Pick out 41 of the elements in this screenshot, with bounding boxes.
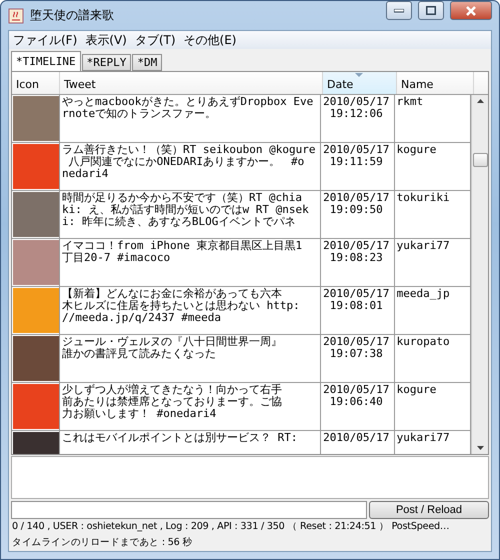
- tweet-cell: ラム善行きたい！（笑）RT seikoubon @kogure 八戸関連でなにかONEDARIありますかー。 #o nedari4: [60, 143, 322, 190]
- tweet-cell: 時間が足りるか今から不安です（笑）RT @chia ki: え、私が話す時間が短いのではw RT @nsek i: 昨年に続き、あすなろBLOGイベントでパネ: [60, 191, 322, 238]
- date-cell: 2010/05/17 19:09:50: [321, 191, 395, 238]
- input-field[interactable]: [11, 500, 367, 519]
- menu-item[interactable]: 表示(V): [81, 32, 131, 49]
- close-button[interactable]: [450, 1, 492, 20]
- tweet-cell: 【新着】どんなにお金に余裕があっても六本 木ヒルズに住居を持ちたいとは思わない http: //meeda.jp/q/2437 #meeda: [60, 287, 322, 334]
- scroll-up-icon[interactable]: [476, 99, 484, 104]
- app-icon: [8, 8, 24, 24]
- status-text: 0 / 140 , USER : oshietekun_net , Log : 209 , API : 331 / 350 （ Reset : 21:24:51 ） PostSpeed…: [11, 520, 450, 534]
- tweet-cell: イマココ！from iPhone 東京都目黒区上目黒1 丁目20-7 #imacoco: [60, 239, 322, 286]
- tab[interactable]: *TIMELINE: [11, 51, 81, 72]
- scrollbar[interactable]: [471, 95, 488, 454]
- menu-item[interactable]: タブ(T): [130, 32, 180, 49]
- minimize-icon: [394, 8, 404, 12]
- status-text: タイムラインのリロードまであと : 56 秒: [11, 536, 194, 550]
- tweet-cell: やっとmacbookがきた。とりあえずDropbox Eve rnoteで知のトランスファー。: [60, 95, 322, 142]
- menu-item[interactable]: ファイル(F): [9, 32, 82, 49]
- tweet-cell: 少しずつ人が増えてきたなう！向かって右手 前あたりは禁煙席となっておりまーす。ご協 力お願いします！ #onedari4: [60, 383, 322, 430]
- sort-arrow-icon: [355, 73, 363, 78]
- scroll-down-icon[interactable]: [476, 446, 484, 450]
- maximize-icon: [426, 6, 436, 15]
- date-cell: 2010/05/17 19:08:01: [321, 287, 395, 334]
- post-reload-button[interactable]: Post / Reload: [369, 500, 489, 519]
- tab[interactable]: *DM: [132, 54, 162, 72]
- tab[interactable]: *REPLY: [82, 54, 132, 72]
- date-cell: 2010/05/17 19:07:38: [321, 335, 395, 382]
- column-header[interactable]: Date: [323, 72, 397, 94]
- date-cell: 2010/05/17 19:12:06: [321, 95, 395, 142]
- maximize-button[interactable]: [418, 1, 444, 20]
- close-icon: [466, 6, 476, 16]
- minimize-button[interactable]: [386, 1, 412, 20]
- column-header[interactable]: Icon: [12, 72, 60, 94]
- tweet-cell: ジュール・ヴェルヌの『八十日間世界一周』 誰かの書評見て読みたくなった: [60, 335, 322, 382]
- date-cell: 2010/05/17 19:06:40: [321, 383, 395, 430]
- date-cell: 2010/05/17 19:08:23: [321, 239, 395, 286]
- column-header[interactable]: Name: [397, 72, 474, 94]
- menu-item[interactable]: その他(E): [180, 32, 240, 49]
- scroll-thumb[interactable]: [473, 153, 488, 168]
- window-title: 堕天使の譜来歌: [30, 7, 115, 24]
- date-cell: 2010/05/17 19:11:59: [321, 143, 395, 190]
